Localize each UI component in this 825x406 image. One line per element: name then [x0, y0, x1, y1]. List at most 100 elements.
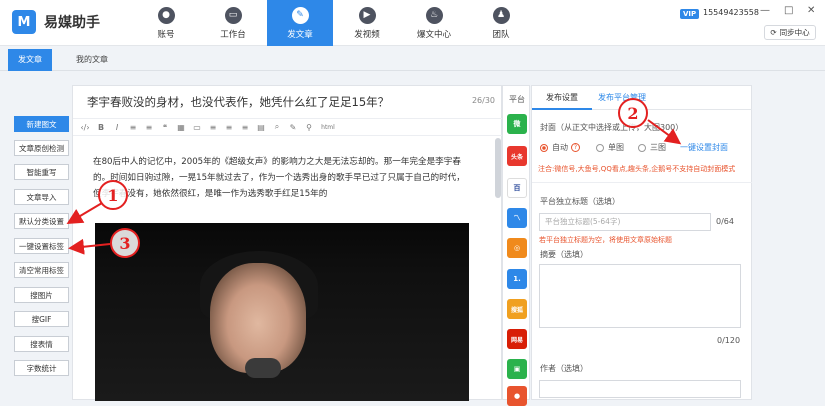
photo-microphone [245, 358, 281, 378]
tab-publish-article[interactable]: 发文章 [8, 49, 52, 71]
tab-publish-settings[interactable]: 发布设置 [532, 86, 592, 110]
editor-scrollbar[interactable] [495, 138, 501, 198]
sync-center-button[interactable]: ⟳ 同步中心 [764, 25, 816, 40]
new-article-button[interactable]: 新建图文 [14, 116, 69, 132]
summary-label: 摘要（选填） [540, 250, 588, 259]
source-icon[interactable]: ‹/› [79, 122, 91, 132]
radio-icon [638, 143, 646, 152]
editor-toolbar: ‹/› B I ≡ ≡ ❝ ▦ ▭ ≡ ≡ ≡ ▤ ⌕ ✎ ⚲ html [73, 118, 503, 136]
ordered-list-icon[interactable]: ≡ [143, 122, 155, 132]
one-click-cover-link[interactable]: 一键设置封面 [680, 142, 728, 153]
search-images-button[interactable]: 搜图片 [14, 287, 69, 303]
nav-publish-article[interactable]: ✎ 发文章 [267, 0, 333, 46]
nav-team[interactable]: ♟ 团队 [468, 0, 534, 46]
logo-icon: M [12, 10, 36, 34]
search-emoji-button[interactable]: 搜表情 [14, 336, 69, 352]
radio-auto[interactable]: 自动 ? [540, 142, 580, 153]
align-right-icon[interactable]: ≡ [239, 122, 251, 132]
image-icon[interactable]: ▭ [191, 122, 203, 132]
cover-label: 封面（从正文中选择或上传，大图300） [540, 123, 684, 132]
toutiao-icon[interactable]: 头条 [507, 146, 527, 166]
qq-icon[interactable]: ▣ [507, 359, 527, 379]
list-icon[interactable]: ≡ [127, 122, 139, 132]
nav-label: 账号 [157, 29, 175, 40]
radio-selected-icon [540, 143, 548, 152]
nav-label: 工作台 [220, 29, 246, 40]
vip-badge: VIP [680, 9, 700, 19]
justify-icon[interactable]: ▤ [255, 122, 267, 132]
radio-triple[interactable]: 三图 [638, 142, 666, 153]
default-category-button[interactable]: 默认分类设置 [14, 213, 69, 229]
right-gutter [752, 85, 825, 400]
radio-single[interactable]: 单图 [596, 142, 624, 153]
article-title-input[interactable]: 李宇春败没的身材，也没代表作，她凭什么红了足足15年？ [87, 94, 389, 110]
nav-workbench[interactable]: ▭ 工作台 [200, 0, 266, 46]
souhu-icon[interactable]: 搜狐 [507, 299, 527, 319]
video-icon: ▶ [358, 6, 376, 24]
fire-icon: ♨ [425, 6, 443, 24]
author-input[interactable] [539, 380, 741, 398]
minimize-icon[interactable]: — [760, 5, 770, 16]
nav-account[interactable]: ● 账号 [133, 0, 199, 46]
yidian-icon[interactable]: 1. [507, 269, 527, 289]
html-icon[interactable]: html [319, 122, 337, 132]
radio-triple-label: 三图 [650, 143, 666, 152]
nav-viral-center[interactable]: ♨ 爆文中心 [401, 0, 467, 46]
wechat-icon[interactable]: 微 [507, 114, 527, 134]
quote-icon[interactable]: ❝ [159, 122, 171, 132]
help-icon[interactable]: ? [571, 143, 580, 152]
title-char-count: 26/30 [471, 96, 495, 105]
italic-icon[interactable]: I [111, 122, 123, 132]
account-phone[interactable]: 15549423558 [703, 8, 759, 17]
photo-face [210, 263, 306, 373]
monitor-icon: ▭ [224, 6, 242, 24]
import-article-button[interactable]: 文章导入 [14, 189, 69, 205]
sohu-icon[interactable]: ◎ [507, 238, 527, 258]
platform-label: 平台 [509, 95, 525, 104]
bold-icon[interactable]: B [95, 122, 107, 132]
radio-icon [596, 143, 604, 152]
publish-settings-panel: 发布设置 发布平台管理 封面（从正文中选择或上传，大图300） 自动 ? 单图 … [531, 85, 753, 400]
platform-column: 平台 微 头条 百 〽 ◎ 1. 搜狐 网易 ▣ ● [502, 85, 530, 406]
article-body[interactable]: 在80后中人的记忆中，2005年的《超级女声》的影响力之大是无法忘却的。那一年完… [93, 154, 473, 202]
team-icon: ♟ [492, 6, 510, 24]
find-icon[interactable]: ⌕ [271, 122, 283, 132]
radio-auto-label: 自动 [552, 143, 568, 152]
clear-tags-button[interactable]: 清空常用标签 [14, 262, 69, 278]
summary-count: 0/120 [717, 336, 741, 345]
divider [532, 182, 753, 183]
annotation-3: 3 [110, 228, 140, 258]
align-left-icon[interactable]: ≡ [207, 122, 219, 132]
bottom-platform-icon[interactable]: ● [507, 386, 527, 406]
independent-title-hint: 若平台独立标题为空，将使用文章原始标题 [539, 236, 672, 244]
smart-rewrite-button[interactable]: 智能重写 [14, 164, 69, 180]
word-count-button[interactable]: 字数统计 [14, 360, 69, 376]
nav-publish-video[interactable]: ▶ 发视频 [334, 0, 400, 46]
tab-my-articles[interactable]: 我的文章 [66, 49, 118, 71]
article-photo[interactable] [95, 223, 469, 401]
app-logo: M 易媒助手 [12, 10, 100, 34]
cover-hint: 注合:微信号,大鱼号,QQ看点,趣头条,企鹅号不支持自动封面模式 [538, 165, 736, 173]
summary-textarea[interactable] [539, 264, 741, 328]
close-icon[interactable]: ✕ [807, 5, 815, 16]
independent-title-input[interactable]: 平台独立标题(5-64字) [539, 213, 711, 231]
annotation-1: 1 [98, 180, 128, 210]
nav-label: 爆文中心 [416, 29, 451, 40]
nav-label: 发视频 [354, 29, 380, 40]
dayu-icon[interactable]: 〽 [507, 208, 527, 228]
netease-icon[interactable]: 网易 [507, 329, 527, 349]
originality-check-button[interactable]: 文章原创检测 [14, 140, 69, 156]
align-center-icon[interactable]: ≡ [223, 122, 235, 132]
baijia-icon[interactable]: 百 [507, 178, 527, 198]
nav-label: 发文章 [287, 29, 313, 40]
link-icon[interactable]: ⚲ [303, 122, 315, 132]
sync-icon: ⟳ [770, 28, 777, 37]
top-bar: M 易媒助手 ● 账号 ▭ 工作台 ✎ 发文章 ▶ 发视频 ♨ 爆文中心 ♟ 团… [0, 0, 825, 46]
brush-icon[interactable]: ✎ [287, 122, 299, 132]
independent-title-count: 0/64 [716, 217, 734, 226]
table-icon[interactable]: ▦ [175, 122, 187, 132]
set-tags-button[interactable]: 一键设置标签 [14, 238, 69, 254]
restore-icon[interactable]: □ [784, 5, 793, 16]
search-gif-button[interactable]: 搜GIF [14, 311, 69, 327]
nav-label: 团队 [492, 29, 510, 40]
